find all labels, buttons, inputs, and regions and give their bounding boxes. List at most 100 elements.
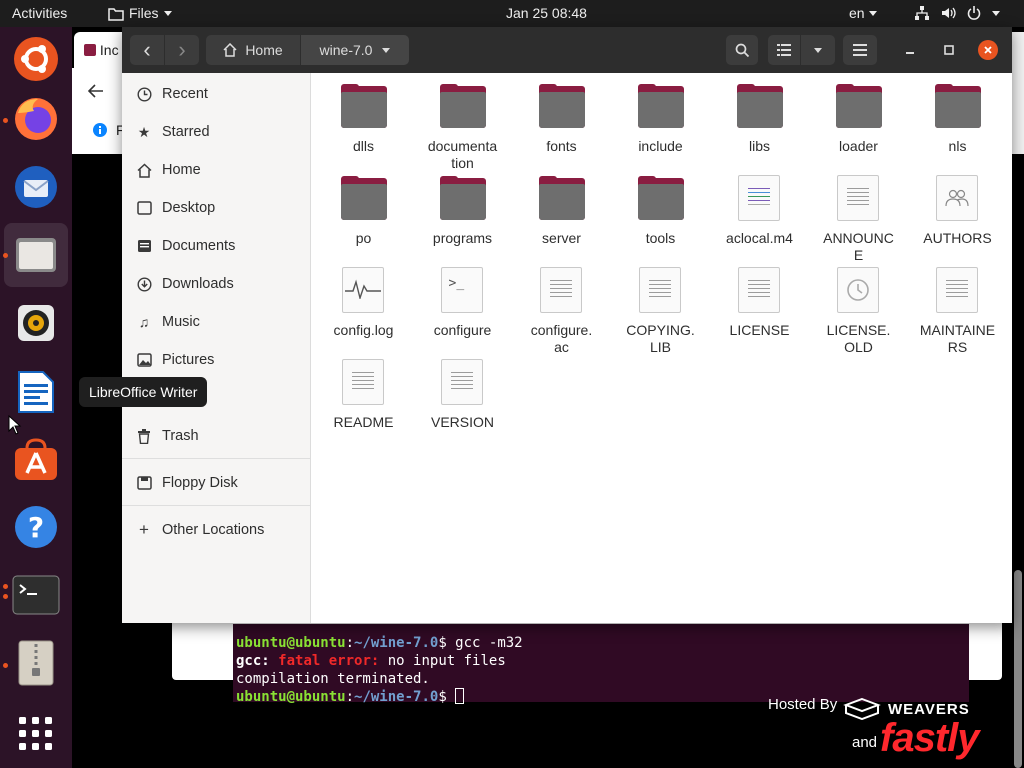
file-item[interactable]: AUTHORS [908, 175, 1007, 247]
file-item[interactable]: config.log [314, 267, 413, 339]
folder-icon [636, 175, 686, 225]
chevron-left-icon: ‹ [143, 37, 151, 62]
error-program: gcc: [236, 653, 270, 669]
running-indicator [3, 584, 8, 589]
system-menu[interactable] [914, 5, 1000, 21]
sidebar-item-label: Recent [162, 86, 208, 102]
music-icon: ♫ [138, 314, 150, 330]
file-item[interactable]: ANNOUNC E [809, 175, 908, 264]
folder-item[interactable]: dlls [314, 83, 413, 155]
breadcrumb-current[interactable]: wine-7.0 [301, 35, 409, 65]
folder-item[interactable]: nls [908, 83, 1007, 155]
input-language-button[interactable]: en [849, 5, 877, 22]
sidebar-item-downloads[interactable]: Downloads [122, 267, 310, 301]
prompt-dollar: $ [438, 635, 447, 651]
text-file-icon [933, 267, 983, 317]
file-item[interactable]: COPYING. LIB [611, 267, 710, 356]
folder-item[interactable]: tools [611, 175, 710, 247]
script-file-icon [735, 175, 785, 225]
search-button[interactable] [726, 35, 758, 65]
folder-item[interactable]: include [611, 83, 710, 155]
folder-icon [636, 83, 686, 133]
fastly-logo[interactable]: fastly [880, 716, 979, 761]
language-label: en [849, 5, 865, 21]
sidebar-item-trash[interactable]: Trash [122, 419, 310, 453]
show-applications-button[interactable] [4, 702, 68, 766]
file-item[interactable]: >_ configure [413, 267, 512, 339]
text-file-icon [339, 359, 389, 409]
clock[interactable]: Jan 25 08:48 [506, 5, 587, 22]
firefox-launcher[interactable] [4, 87, 68, 151]
sidebar-item-desktop[interactable]: Desktop [122, 191, 310, 225]
folder-item[interactable]: po [314, 175, 413, 247]
file-item[interactable]: README [314, 359, 413, 431]
thunderbird-launcher[interactable] [4, 155, 68, 219]
cube-logo-icon [843, 698, 881, 720]
forward-button[interactable]: › [165, 35, 199, 65]
minimize-button[interactable] [900, 40, 920, 60]
folder-item[interactable]: server [512, 175, 611, 247]
dock: ? [0, 27, 72, 768]
speaker-icon [18, 305, 54, 341]
thunderbird-icon [15, 166, 57, 208]
star-icon: ★ [137, 123, 151, 140]
file-name-label: loader [839, 138, 878, 154]
chevron-down-icon [868, 11, 877, 16]
maximize-button[interactable] [939, 40, 959, 60]
sidebar-item-recent[interactable]: Recent [122, 77, 310, 111]
folder-item[interactable]: fonts [512, 83, 611, 155]
archive-launcher[interactable] [4, 631, 68, 695]
sidebar-item-starred[interactable]: ★ Starred [122, 115, 310, 149]
activities-button[interactable]: Activities [12, 5, 67, 22]
terminal-launcher[interactable] [4, 563, 68, 627]
file-item[interactable]: aclocal.m4 [710, 175, 809, 247]
app-menu-files[interactable]: Files [108, 5, 172, 22]
file-name-label: LICENSE. OLD [826, 322, 891, 355]
terminal-window[interactable]: ubuntu@ubuntu:~/wine-7.0$ gcc -m32 gcc: … [233, 624, 969, 705]
list-view-icon [777, 44, 791, 56]
folder-icon [735, 83, 785, 133]
sidebar-item-music[interactable]: ♫ Music [122, 305, 310, 339]
back-button[interactable]: ‹ [130, 35, 164, 65]
folder-item[interactable]: documenta tion [413, 83, 512, 172]
weavers-text: WEAVERS [888, 700, 970, 718]
folder-item[interactable]: loader [809, 83, 908, 155]
sidebar-item-pictures[interactable]: Pictures [122, 343, 310, 377]
file-name-label: COPYING. LIB [626, 322, 695, 355]
app-store-launcher[interactable] [4, 427, 68, 491]
file-item[interactable]: MAINTAINE RS [908, 267, 1007, 356]
main-menu-button[interactable] [843, 35, 877, 65]
sidebar-item-home[interactable]: Home [122, 153, 310, 187]
sidebar-item-documents[interactable]: Documents [122, 229, 310, 263]
sidebar-item-other-locations[interactable]: + Other Locations [122, 513, 310, 547]
file-item[interactable]: configure. ac [512, 267, 611, 356]
page-scrollbar[interactable] [1014, 570, 1022, 768]
prompt-sep: : [345, 635, 355, 651]
files-launcher[interactable] [4, 223, 68, 287]
close-button[interactable] [978, 40, 998, 60]
desktop-icon [136, 200, 152, 216]
list-view-button[interactable] [768, 35, 800, 65]
folder-item[interactable]: libs [710, 83, 809, 155]
rhythmbox-launcher[interactable] [4, 291, 68, 355]
top-bar: Activities Files Jan 25 08:48 en [0, 0, 1024, 27]
text-file-icon [438, 359, 488, 409]
folder-item[interactable]: programs [413, 175, 512, 247]
view-options-button[interactable] [801, 35, 835, 65]
back-arrow-icon[interactable] [88, 84, 104, 98]
maximize-icon [944, 45, 954, 55]
sidebar-item-floppy[interactable]: Floppy Disk [122, 466, 310, 500]
folder-icon [108, 7, 124, 21]
file-item[interactable]: LICENSE [710, 267, 809, 339]
breadcrumb-home[interactable]: Home [206, 35, 300, 65]
terminal-line: gcc: fatal error: no input files [236, 652, 966, 670]
file-item[interactable]: LICENSE. OLD [809, 267, 908, 356]
file-name-label: fonts [546, 138, 577, 154]
executable-file-icon: >_ [438, 267, 488, 317]
picture-icon [136, 352, 152, 368]
search-icon [735, 43, 749, 57]
ubuntu-software-launcher[interactable] [4, 27, 68, 91]
file-item[interactable]: VERSION [413, 359, 512, 431]
help-launcher[interactable]: ? [4, 495, 68, 559]
breadcrumb-home-label: Home [245, 42, 283, 58]
